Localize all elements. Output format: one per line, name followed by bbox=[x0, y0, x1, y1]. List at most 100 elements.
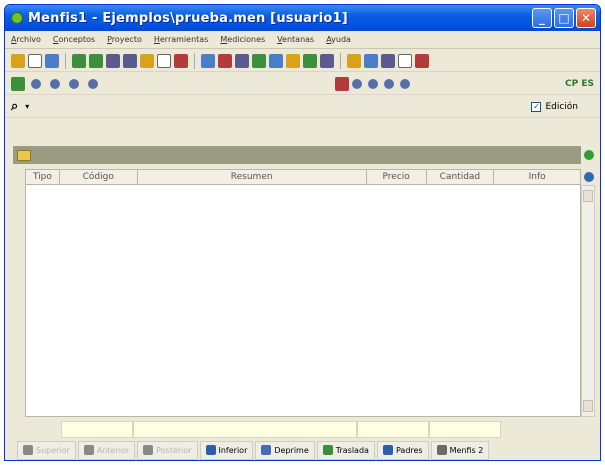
open-icon[interactable] bbox=[11, 53, 25, 68]
posterior-button[interactable]: Posterior bbox=[137, 440, 198, 460]
save-icon[interactable] bbox=[45, 53, 59, 68]
column-header-cantidad[interactable]: Cantidad bbox=[427, 170, 495, 184]
menu-archivo[interactable]: Archivo bbox=[11, 35, 41, 44]
chart-icon[interactable] bbox=[303, 53, 317, 68]
column-header-info[interactable]: Info bbox=[494, 170, 580, 184]
calc-icon[interactable] bbox=[364, 53, 378, 68]
deprime-button[interactable]: Deprime bbox=[255, 440, 315, 460]
main-window: Menfis1 - Ejemplos\prueba.men [usuario1]… bbox=[4, 4, 601, 461]
column-header-codigo[interactable]: Código bbox=[60, 170, 138, 184]
column-header-precio[interactable]: Precio bbox=[367, 170, 427, 184]
nav-last-icon[interactable] bbox=[88, 78, 98, 89]
minimize-button[interactable]: _ bbox=[532, 8, 552, 28]
concepts-grid[interactable] bbox=[25, 185, 581, 417]
navigation-toolbar: CP ES bbox=[5, 73, 600, 95]
toolbar-separator bbox=[340, 52, 341, 69]
down-arrow-icon bbox=[205, 445, 216, 455]
toolbar-separator bbox=[194, 52, 195, 69]
superior-button[interactable]: Superior bbox=[17, 440, 76, 460]
anterior-label: Anterior bbox=[96, 445, 130, 455]
right-arrow-icon bbox=[143, 445, 154, 455]
inferior-button[interactable]: Inferior bbox=[199, 440, 254, 460]
bottom-toolbar: Superior Anterior Posterior Inferior Dep… bbox=[5, 439, 600, 460]
menu-conceptos[interactable]: Conceptos bbox=[53, 35, 95, 44]
text-icon[interactable] bbox=[106, 53, 120, 68]
close-icon: ✕ bbox=[580, 11, 592, 25]
move-icon bbox=[322, 445, 333, 455]
nav-next-icon[interactable] bbox=[69, 78, 79, 89]
minimize-icon: _ bbox=[539, 11, 545, 25]
up-arrow-icon bbox=[23, 445, 33, 455]
nav-prev-icon[interactable] bbox=[50, 78, 60, 89]
back-icon[interactable] bbox=[218, 53, 232, 68]
checkbox-icon[interactable]: ✓ bbox=[531, 101, 542, 112]
padres-label: Padres bbox=[395, 445, 423, 455]
paste-icon[interactable] bbox=[89, 53, 103, 68]
menu-herramientas[interactable]: Herramientas bbox=[154, 35, 209, 44]
export-icon[interactable] bbox=[347, 53, 361, 68]
main-toolbar bbox=[5, 50, 600, 72]
left-arrow-icon bbox=[83, 445, 94, 455]
menfis2-label: Menfis 2 bbox=[449, 445, 484, 455]
title-bar[interactable]: Menfis1 - Ejemplos\prueba.men [usuario1]… bbox=[5, 5, 600, 31]
total-field bbox=[429, 421, 501, 438]
pin-icon[interactable] bbox=[140, 53, 154, 68]
maximize-icon: □ bbox=[558, 11, 570, 25]
close-button[interactable]: ✕ bbox=[576, 8, 596, 28]
frame-icon[interactable] bbox=[157, 53, 171, 68]
table-header: Tipo Código Resumen Precio Cantidad Info bbox=[25, 169, 581, 185]
menu-proyecto[interactable]: Proyecto bbox=[107, 35, 142, 44]
vertical-scrollbar[interactable] bbox=[581, 185, 595, 417]
tree-icon[interactable] bbox=[201, 53, 215, 68]
nav2-next-icon[interactable] bbox=[384, 78, 394, 89]
maximize-button[interactable]: □ bbox=[554, 8, 574, 28]
deprime-icon bbox=[261, 445, 272, 455]
layout-icon[interactable] bbox=[381, 53, 395, 68]
link-icon[interactable] bbox=[320, 53, 334, 68]
nav2-first-icon[interactable] bbox=[352, 78, 362, 89]
anterior-button[interactable]: Anterior bbox=[77, 440, 136, 460]
tree-view-icon[interactable] bbox=[11, 76, 25, 91]
folder-icon[interactable] bbox=[17, 149, 31, 161]
doc-icon[interactable] bbox=[286, 53, 300, 68]
app-icon bbox=[11, 12, 23, 24]
monitor-icon[interactable] bbox=[415, 53, 429, 68]
table-icon[interactable] bbox=[269, 53, 283, 68]
scroll-down-button[interactable] bbox=[583, 400, 593, 412]
inferior-label: Inferior bbox=[218, 445, 248, 455]
text-alt-icon[interactable] bbox=[123, 53, 137, 68]
new-icon[interactable] bbox=[28, 53, 42, 68]
color-grid-icon[interactable] bbox=[335, 76, 349, 91]
traslada-label: Traslada bbox=[335, 445, 369, 455]
window-icon[interactable] bbox=[398, 53, 412, 68]
app-window-icon bbox=[436, 445, 447, 455]
binoculars-icon[interactable]: ⌕ bbox=[11, 99, 18, 114]
search-dropdown-icon[interactable]: ▾ bbox=[25, 102, 29, 111]
print-icon[interactable] bbox=[235, 53, 249, 68]
scroll-up-button[interactable] bbox=[583, 190, 593, 202]
cp-es-label[interactable]: CP ES bbox=[565, 79, 594, 89]
menfis2-button[interactable]: Menfis 2 bbox=[430, 440, 490, 460]
totals-row bbox=[61, 421, 501, 438]
total-field bbox=[357, 421, 429, 438]
grid-icon[interactable] bbox=[252, 53, 266, 68]
deprime-label: Deprime bbox=[274, 445, 309, 455]
menu-ayuda[interactable]: Ayuda bbox=[326, 35, 351, 44]
nav2-last-icon[interactable] bbox=[400, 78, 410, 89]
edicion-toggle[interactable]: ✓ Edición bbox=[531, 101, 578, 112]
menu-mediciones[interactable]: Mediciones bbox=[220, 35, 265, 44]
column-header-tipo[interactable]: Tipo bbox=[26, 170, 60, 184]
padres-button[interactable]: Padres bbox=[376, 440, 429, 460]
column-settings-icon[interactable] bbox=[584, 172, 594, 182]
flag-icon[interactable] bbox=[174, 53, 188, 68]
concept-path-bar bbox=[13, 146, 581, 164]
column-header-resumen[interactable]: Resumen bbox=[138, 170, 367, 184]
edicion-label: Edición bbox=[545, 101, 578, 112]
menu-ventanas[interactable]: Ventanas bbox=[277, 35, 314, 44]
window-controls: _ □ ✕ bbox=[532, 8, 596, 28]
status-green-icon[interactable] bbox=[584, 150, 594, 160]
nav2-prev-icon[interactable] bbox=[368, 78, 378, 89]
traslada-button[interactable]: Traslada bbox=[316, 440, 375, 460]
nav-first-icon[interactable] bbox=[31, 78, 41, 89]
copy-icon[interactable] bbox=[72, 53, 86, 68]
